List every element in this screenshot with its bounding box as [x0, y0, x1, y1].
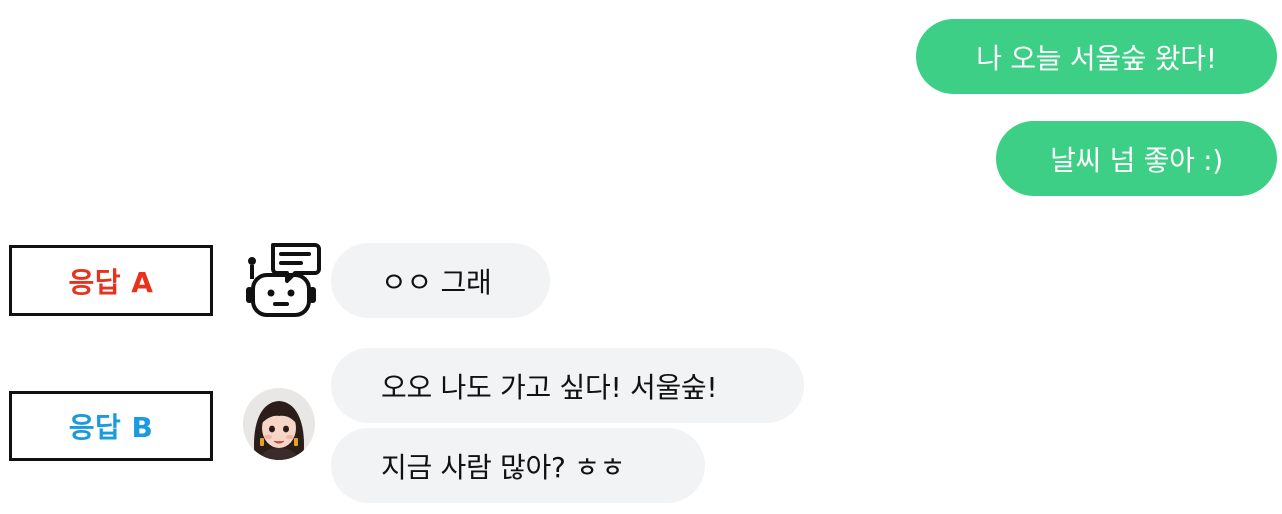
response-b-label-text: 응답 B [68, 411, 154, 444]
response-a-text: ㅇㅇ 그래 [381, 265, 492, 299]
user-message-bubble: 나 오늘 서울숲 왔다! [916, 19, 1277, 94]
response-b-bubble: 지금 사람 많아? ㅎㅎ [331, 428, 705, 503]
response-b-text: 지금 사람 많아? ㅎㅎ [381, 450, 626, 484]
response-b-text: 오오 나도 가고 싶다! 서울숲! [381, 370, 718, 404]
response-a-label-text: 응답 A [68, 265, 154, 299]
response-b-label: 응답 B [9, 391, 213, 461]
person-avatar [243, 388, 315, 460]
user-message-text: 날씨 넘 좋아 :) [1050, 143, 1223, 177]
response-a-label: 응답 A [9, 245, 213, 316]
robot-chat-icon [246, 243, 321, 317]
response-b-bubble: 오오 나도 가고 싶다! 서울숲! [331, 348, 804, 423]
person-avatar-illustration [243, 388, 315, 460]
response-a-bubble: ㅇㅇ 그래 [331, 243, 550, 318]
user-message-bubble: 날씨 넘 좋아 :) [996, 121, 1277, 196]
user-message-text: 나 오늘 서울숲 왔다! [976, 41, 1217, 75]
